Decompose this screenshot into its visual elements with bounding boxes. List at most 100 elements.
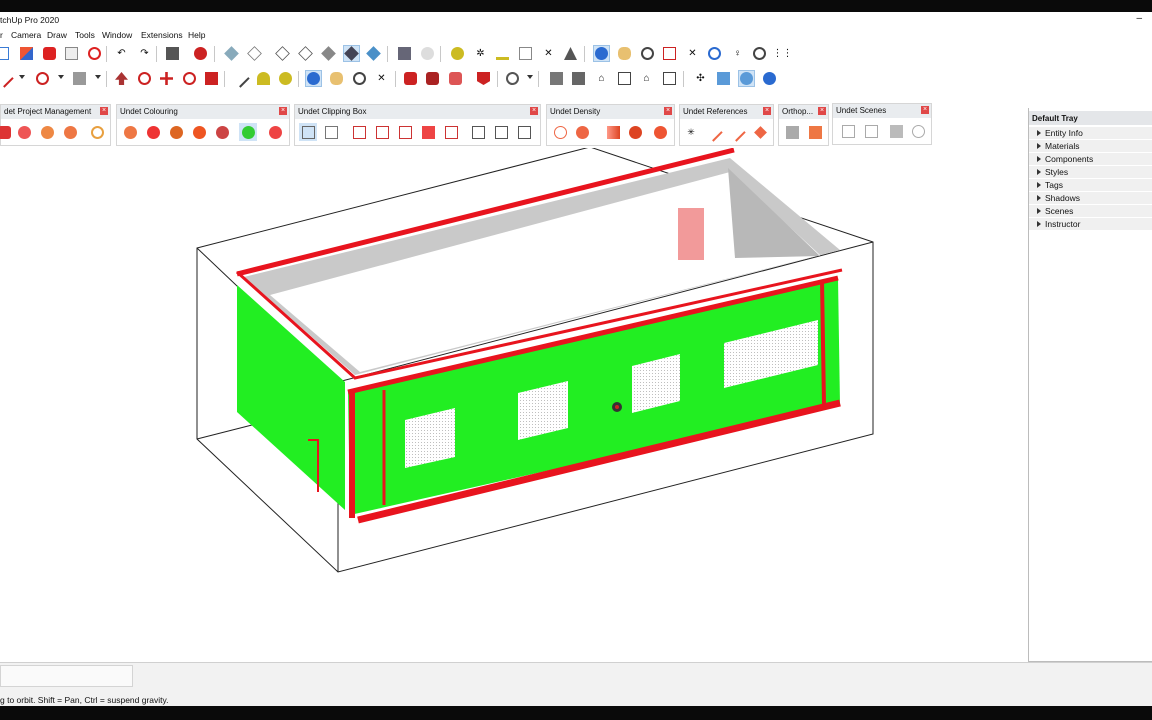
clip-fit-icon[interactable] [492,123,510,141]
back-edges-icon[interactable] [246,45,263,62]
right-view-icon[interactable] [616,70,633,87]
component-options-icon[interactable] [419,45,436,62]
walk-icon[interactable] [751,45,768,62]
push-pull-icon[interactable] [113,70,130,87]
scene-add-icon[interactable] [839,122,857,140]
reference-plane-icon[interactable] [751,123,769,141]
front-view-icon[interactable]: ⌂ [593,70,610,87]
print-icon[interactable] [164,45,181,62]
tray-item-scenes[interactable]: Scenes [1029,205,1152,218]
density-max-icon[interactable] [651,123,669,141]
density-medium-icon[interactable] [573,123,591,141]
text-icon[interactable] [517,45,534,62]
tape-icon[interactable] [231,69,250,88]
pan-2-icon[interactable] [328,70,345,87]
help-icon[interactable] [88,123,106,141]
close-icon[interactable]: × [279,107,287,115]
density-high-icon[interactable] [626,123,644,141]
pan-icon[interactable] [616,45,633,62]
footprints-icon[interactable]: ⋮⋮ [773,45,793,62]
tray-item-materials[interactable]: Materials [1029,140,1152,153]
close-icon[interactable]: × [763,107,771,115]
model-info-icon[interactable] [192,45,209,62]
menu-help[interactable]: Help [188,30,205,40]
colour-deviation-icon[interactable] [239,123,257,141]
colour-rgb-icon[interactable] [121,123,139,141]
scene-camera-icon[interactable] [887,122,905,140]
select-icon[interactable] [0,45,11,62]
back-view-icon[interactable]: ⌂ [638,70,655,87]
3d-text-icon[interactable] [562,45,579,62]
reference-point-icon[interactable]: ✳ [682,123,700,141]
wireframe-icon[interactable] [274,45,291,62]
density-low-icon[interactable] [551,123,569,141]
reference-line-icon[interactable] [703,122,723,142]
dimension-icon[interactable]: ✲ [472,45,489,62]
cancel-icon[interactable] [86,45,103,62]
clip-back-icon[interactable] [419,123,437,141]
delete-icon[interactable] [63,45,80,62]
iso-view-icon[interactable] [548,70,565,87]
clip-reset-icon[interactable] [469,123,487,141]
add-cloud-icon[interactable] [38,123,56,141]
clip-front-icon[interactable] [396,123,414,141]
menu-extensions[interactable]: Extensions [141,30,183,40]
colour-class-icon[interactable] [213,123,231,141]
display-section-planes-icon[interactable] [715,70,732,87]
colour-normal-icon[interactable] [190,123,208,141]
minimize-button[interactable]: – [1136,13,1142,24]
orbit-icon[interactable] [593,45,610,62]
reference-edge-icon[interactable] [726,122,746,142]
zoom-icon[interactable] [639,45,656,62]
close-icon[interactable]: × [530,107,538,115]
axes-icon[interactable]: ✕ [540,45,557,62]
menu-tools[interactable]: Tools [75,30,95,40]
shaded-icon[interactable] [320,45,337,62]
colour-settings-icon[interactable] [266,123,284,141]
tape-measure-icon[interactable] [449,45,466,62]
density-slider-icon[interactable] [604,123,622,141]
tray-item-instructor[interactable]: Instructor [1029,218,1152,231]
arc-icon[interactable] [34,70,51,87]
display-section-cuts-icon[interactable] [738,70,755,87]
tray-item-shadows[interactable]: Shadows [1029,192,1152,205]
components-icon[interactable] [396,45,413,62]
3d-warehouse-icon[interactable] [402,70,419,87]
zoom-2-icon[interactable] [351,70,368,87]
close-icon[interactable]: × [818,107,826,115]
tray-item-tags[interactable]: Tags [1029,179,1152,192]
scale-icon[interactable] [203,70,220,87]
colour-elevation-icon[interactable] [167,123,185,141]
monochrome-icon[interactable] [365,45,382,62]
clip-top-icon[interactable] [350,123,368,141]
protractor-icon[interactable] [494,45,511,62]
project-icon[interactable] [0,123,13,141]
styles-icon[interactable] [504,70,521,87]
sandbox-icon[interactable] [475,70,492,87]
clipping-box-icon[interactable] [299,123,317,141]
orbit-2-icon[interactable] [305,70,322,87]
top-view-icon[interactable] [570,70,587,87]
undo-icon[interactable]: ↶ [113,45,130,62]
remove-cloud-icon[interactable] [61,123,79,141]
orthophoto-icon[interactable] [783,123,801,141]
line-icon[interactable] [0,69,14,88]
paint-icon[interactable] [277,70,294,87]
close-icon[interactable]: × [664,107,672,115]
import-cloud-icon[interactable] [15,123,33,141]
tray-item-styles[interactable]: Styles [1029,166,1152,179]
orthophoto-export-icon[interactable] [806,123,824,141]
section-fill-icon[interactable] [761,70,778,87]
extension-warehouse-icon[interactable] [424,70,441,87]
redo-icon[interactable]: ↷ [136,45,153,62]
close-icon[interactable]: × [921,106,929,114]
colour-intensity-icon[interactable] [144,123,162,141]
rotate-icon[interactable] [181,70,198,87]
measurements-box[interactable] [0,665,133,687]
section-plane-icon[interactable]: ✣ [692,70,709,87]
zoom-extents-2-icon[interactable]: ✕ [373,70,390,87]
clipping-box-add-icon[interactable] [322,123,340,141]
position-camera-icon[interactable] [706,45,723,62]
hidden-line-icon[interactable] [297,45,314,62]
eraser-icon[interactable] [18,45,35,62]
